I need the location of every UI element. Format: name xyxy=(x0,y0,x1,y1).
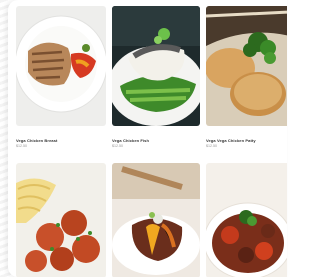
menu-item-name: Vega Vega Chicken Patty xyxy=(206,138,256,143)
menu-item-price: $12.50 xyxy=(206,144,217,148)
stew-bowl-photo xyxy=(206,163,287,277)
menu-item-price: $12.50 xyxy=(112,144,123,148)
menu-item-card[interactable]: Vega Vega Chicken Patty $12.50 xyxy=(206,6,287,156)
menu-panel: Vega Chicken Breast $12.50 Vega Chicken … xyxy=(8,0,287,277)
grilled-chicken-plate-photo xyxy=(16,6,106,126)
menu-item-card[interactable] xyxy=(16,163,106,277)
menu-grid: Vega Chicken Breast $12.50 Vega Chicken … xyxy=(16,6,287,277)
menu-item-name: Vega Chicken Breast xyxy=(16,138,58,143)
pasta-meatballs-photo xyxy=(16,163,106,277)
menu-item-card[interactable]: Vega Chicken Fish $12.50 xyxy=(112,6,200,156)
fish-fillet-greens-photo xyxy=(112,6,200,126)
menu-item-price: $12.50 xyxy=(16,144,27,148)
menu-item-card[interactable]: Vega Chicken Breast $12.50 xyxy=(16,6,106,156)
patty-with-salad-photo xyxy=(206,6,287,126)
menu-item-card[interactable] xyxy=(112,163,200,277)
braised-meat-plate-photo xyxy=(112,163,200,277)
menu-item-name: Vega Chicken Fish xyxy=(112,138,150,143)
menu-item-card[interactable] xyxy=(206,163,287,277)
